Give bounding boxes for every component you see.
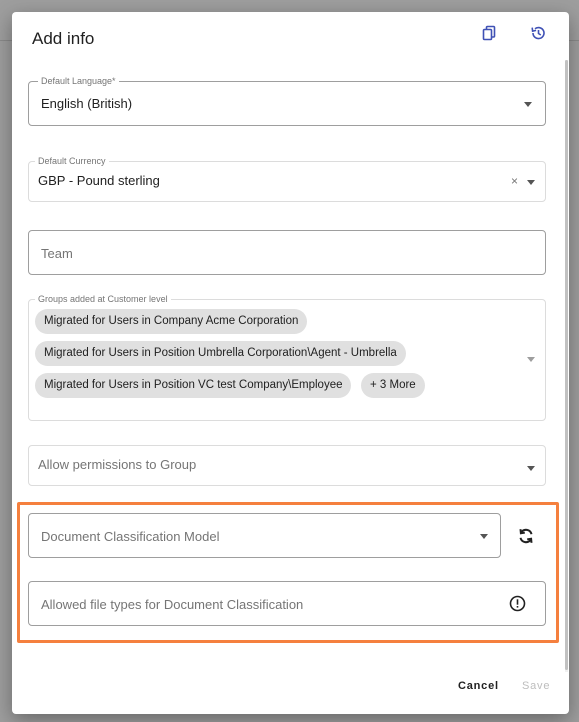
group-chip[interactable]: Migrated for Users in Position VC test C… (35, 373, 352, 398)
default-currency-select[interactable]: Default Currency GBP - Pound sterling × (28, 156, 546, 202)
groups-label: Groups added at Customer level (35, 294, 171, 305)
default-language-value: English (British) (41, 96, 133, 111)
group-chip[interactable]: Migrated for Users in Position Umbrella … (35, 341, 406, 366)
chevron-down-icon (527, 357, 535, 362)
copy-icon[interactable] (478, 22, 500, 44)
cancel-button[interactable]: Cancel (458, 680, 499, 692)
chevron-down-icon (524, 102, 532, 107)
groups-select[interactable]: Groups added at Customer level Migrated … (28, 294, 546, 421)
default-currency-label: Default Currency (35, 156, 109, 167)
save-button[interactable]: Save (522, 680, 550, 692)
highlight-box (17, 502, 559, 643)
more-chip[interactable]: + 3 More (361, 373, 425, 398)
group-chip[interactable]: Migrated for Users in Company Acme Corpo… (35, 309, 308, 334)
chevron-down-icon (527, 466, 535, 471)
scrollbar-thumb[interactable] (565, 60, 568, 670)
allow-permissions-placeholder: Allow permissions to Group (38, 457, 197, 472)
allow-permissions-select[interactable]: Allow permissions to Group (28, 445, 546, 486)
dialog-title: Add info (32, 29, 95, 48)
default-currency-value: GBP - Pound sterling (38, 173, 160, 188)
history-icon[interactable] (527, 22, 549, 44)
default-language-label: Default Language* (38, 76, 119, 87)
default-language-select[interactable]: Default Language* English (British) (28, 76, 546, 126)
team-placeholder: Team (41, 246, 73, 261)
chevron-down-icon (527, 180, 535, 185)
clear-icon[interactable]: × (511, 174, 518, 188)
team-input[interactable]: Team (28, 230, 546, 275)
